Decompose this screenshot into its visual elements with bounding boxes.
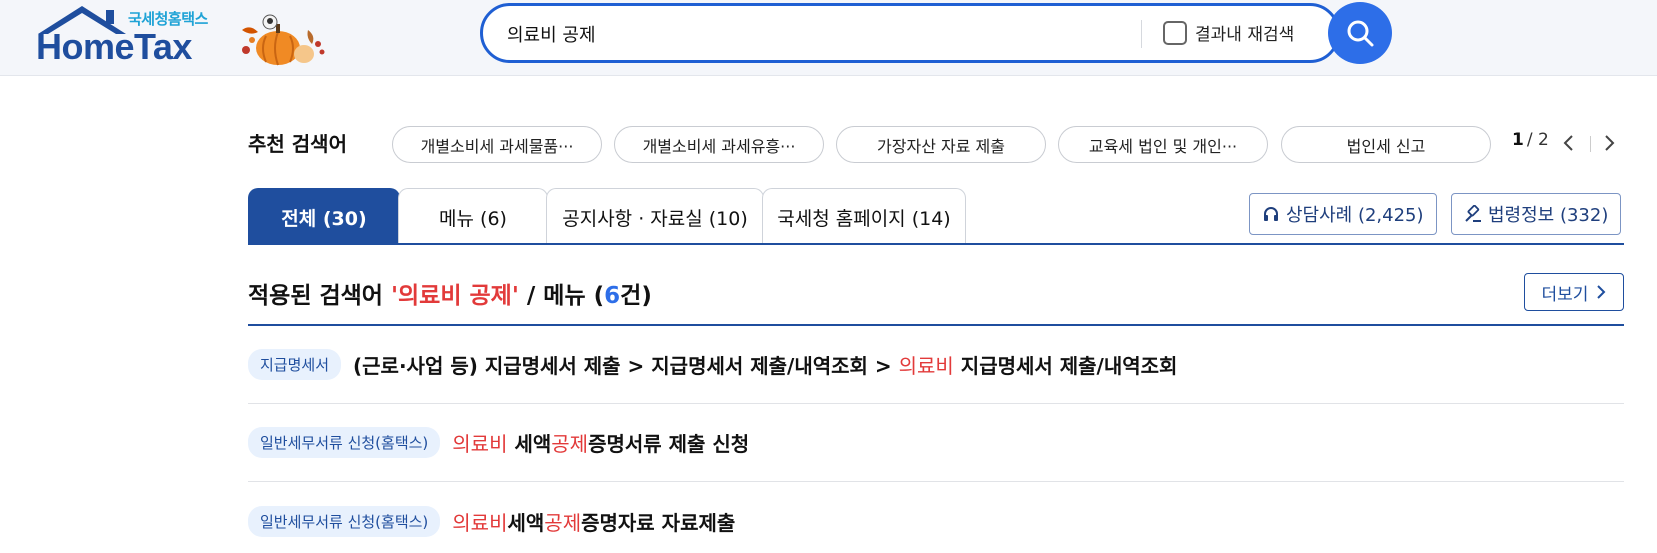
- chevron-right-icon: [1597, 285, 1606, 299]
- search-divider: [1141, 20, 1142, 48]
- tabs-underline: [248, 243, 1624, 245]
- result-title[interactable]: 의료비세액공제증명자료 자료제출: [452, 507, 735, 536]
- result-title[interactable]: (근로·사업 등) 지급명세서 제출 > 지급명세서 제출/내역조회 > 의료비…: [353, 350, 1177, 379]
- result-highlight: 공제: [551, 432, 589, 456]
- result-highlight: 공제: [544, 510, 582, 535]
- applied-term: '의료비 공제': [390, 283, 519, 309]
- result-text: 지급명세서 제출/내역조회: [953, 354, 1178, 378]
- category-badge: 일반세무서류 신청(홈택스): [248, 427, 441, 458]
- research-checkbox[interactable]: 결과내 재검색: [1163, 20, 1294, 45]
- recommend-chip[interactable]: 법인세 신고: [1281, 126, 1491, 163]
- logo-title: HomeTax: [36, 26, 192, 67]
- recommend-chip[interactable]: 가장자산 자료 제출: [836, 126, 1046, 163]
- pumpkin-decoration-icon: [242, 14, 325, 66]
- tab-nts-homepage[interactable]: 국세청 홈페이지 (14): [762, 188, 966, 245]
- applied-suffix: 건): [620, 283, 652, 309]
- search-box: 결과내 재검색: [480, 3, 1340, 63]
- result-row[interactable]: 일반세무서류 신청(홈택스) 의료비 세액공제증명서류 제출 신청: [248, 404, 1624, 482]
- next-page-button[interactable]: [1600, 130, 1620, 156]
- recommend-pager: 1 / 2: [1512, 130, 1549, 150]
- result-text: 세액: [507, 510, 545, 535]
- pager-current: 1: [1512, 130, 1524, 150]
- category-badge: 지급명세서: [248, 349, 342, 380]
- more-label: 더보기: [1541, 284, 1589, 305]
- search-button[interactable]: [1328, 2, 1392, 64]
- result-highlight: 의료비: [452, 510, 508, 535]
- recommend-chip[interactable]: 교육세 법인 및 개인···: [1058, 126, 1268, 163]
- result-text: (근로·사업 등) 지급명세서 제출 > 지급명세서 제출/내역조회 >: [353, 354, 899, 378]
- result-text: 증명자료 자료제출: [581, 510, 736, 535]
- pager-total: / 2: [1526, 130, 1549, 150]
- applied-middle: / 메뉴 (: [518, 283, 605, 309]
- consult-cases-label: 상담사례 (2,425): [1286, 205, 1424, 226]
- result-text: 세액: [507, 432, 552, 456]
- research-label: 결과내 재검색: [1195, 25, 1295, 45]
- result-highlight: 의료비: [898, 354, 954, 378]
- hometax-logo[interactable]: 국세청홈택스 HomeTax: [36, 4, 236, 68]
- tab-menu[interactable]: 메뉴 (6): [398, 188, 548, 245]
- headset-icon: [1264, 207, 1278, 221]
- recommend-chip[interactable]: 개별소비세 과세유흥···: [614, 126, 824, 163]
- result-row[interactable]: 지급명세서 (근로·사업 등) 지급명세서 제출 > 지급명세서 제출/내역조회…: [248, 326, 1624, 404]
- applied-prefix: 적용된 검색어: [248, 283, 391, 309]
- result-title[interactable]: 의료비 세액공제증명서류 제출 신청: [452, 428, 749, 457]
- consult-cases-button[interactable]: 상담사례 (2,425): [1249, 193, 1437, 235]
- pager-separator: [1590, 136, 1591, 152]
- chevron-right-icon: [1605, 135, 1615, 151]
- checkbox-icon[interactable]: [1163, 20, 1187, 45]
- chevron-left-icon: [1563, 135, 1573, 151]
- tab-notice[interactable]: 공지사항 · 자료실 (10): [546, 188, 764, 245]
- result-highlight: 의료비: [452, 432, 508, 456]
- recommend-label: 추천 검색어: [248, 132, 347, 156]
- law-info-button[interactable]: 법령정보 (332): [1451, 193, 1622, 235]
- result-row[interactable]: 일반세무서류 신청(홈택스) 의료비세액공제증명자료 자료제출: [248, 482, 1624, 553]
- applied-count: 6: [604, 283, 621, 309]
- more-button[interactable]: 더보기: [1524, 273, 1624, 311]
- gavel-icon: [1465, 205, 1481, 222]
- search-icon: [1347, 20, 1374, 47]
- tab-all[interactable]: 전체 (30): [248, 188, 400, 245]
- header-bar: 국세청홈택스 HomeTax 결과내 재검색: [0, 0, 1657, 76]
- prev-page-button[interactable]: [1558, 130, 1578, 156]
- category-badge: 일반세무서류 신청(홈택스): [248, 505, 441, 537]
- result-text: 증명서류 제출 신청: [588, 432, 750, 456]
- recommend-chip[interactable]: 개별소비세 과세물품···: [392, 126, 602, 163]
- applied-term-heading: 적용된 검색어 '의료비 공제' / 메뉴 (6건): [248, 276, 652, 310]
- search-input[interactable]: [507, 20, 1107, 48]
- law-info-label: 법령정보 (332): [1488, 205, 1609, 226]
